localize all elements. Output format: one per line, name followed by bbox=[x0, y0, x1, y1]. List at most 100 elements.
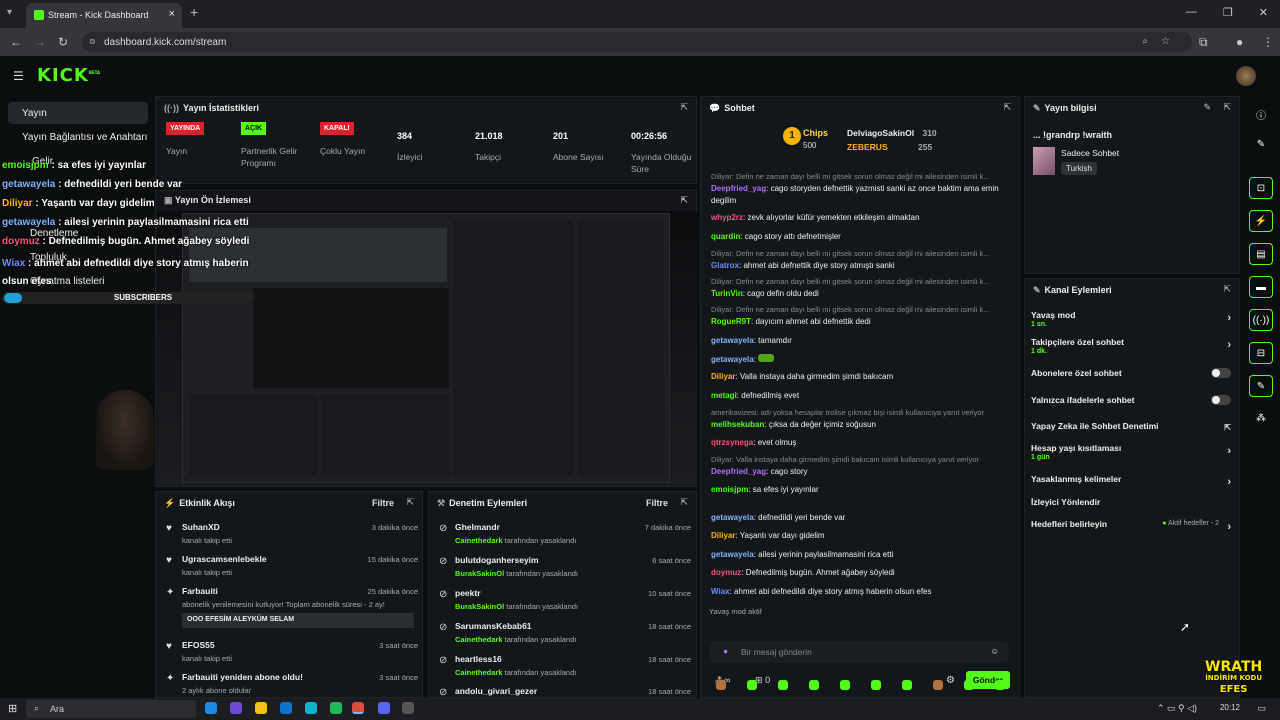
more-widgets-icon[interactable]: ⁂ bbox=[1249, 408, 1273, 430]
site-info-icon[interactable]: ⊜ bbox=[89, 37, 96, 46]
tab-list-icon[interactable]: ▾ bbox=[7, 7, 12, 18]
app-icon[interactable] bbox=[230, 702, 242, 714]
chat-user[interactable]: Diliyar bbox=[711, 372, 735, 381]
popout-icon[interactable]: ⇱ bbox=[406, 497, 414, 508]
url-field[interactable]: ⊜ dashboard.kick.com/stream ⌕ ☆ bbox=[82, 32, 1192, 52]
extensions-icon[interactable]: ⧉ bbox=[1199, 35, 1208, 50]
emote-icon[interactable] bbox=[809, 680, 819, 690]
chat-user[interactable]: Deepfried_yag bbox=[711, 184, 766, 193]
edit-icon[interactable]: ✎ bbox=[1203, 102, 1211, 113]
chat-toggle-icon[interactable]: ▬ bbox=[1249, 276, 1273, 298]
emote-icon[interactable] bbox=[716, 680, 726, 690]
chat-input[interactable]: Bir mesaj gönderin ● ☺ bbox=[709, 641, 1009, 663]
emote-icon[interactable] bbox=[964, 680, 974, 690]
sidebar-item-yayin[interactable]: Yayın bbox=[8, 102, 148, 124]
bookmark-star-icon[interactable]: ☆ bbox=[1161, 36, 1170, 47]
emote-icon[interactable] bbox=[871, 680, 881, 690]
filter-button[interactable]: Filtre bbox=[646, 498, 668, 508]
taskbar-search[interactable]: ⌕ Ara bbox=[26, 700, 196, 718]
chat-user[interactable]: Diliyar bbox=[711, 531, 735, 540]
chat-user[interactable]: emoisjpm bbox=[711, 485, 748, 494]
chat-message: getawayela: defnedildi yeri bende var bbox=[711, 513, 846, 522]
preview-toggle-icon[interactable]: ⊡ bbox=[1249, 177, 1273, 199]
chat-user[interactable]: getawayela bbox=[711, 550, 754, 559]
back-icon[interactable]: ← bbox=[10, 35, 22, 49]
emotes-only-toggle[interactable] bbox=[1211, 395, 1231, 405]
popout-icon[interactable]: ⇱ bbox=[680, 497, 688, 508]
filter-button[interactable]: Filtre bbox=[372, 498, 394, 508]
chat-user[interactable]: whyp2rz bbox=[711, 213, 743, 222]
kick-logo[interactable]: KICKBETA bbox=[37, 65, 100, 86]
action-banned-words[interactable]: Yasaklanmış kelimeler › bbox=[1031, 474, 1231, 488]
popout-icon[interactable]: ⇱ bbox=[1223, 284, 1231, 295]
chat-user[interactable]: RogueR9T bbox=[711, 317, 751, 326]
event-sub: kanalı takip etti bbox=[182, 654, 233, 663]
windows-start-icon[interactable]: ⊞ bbox=[8, 702, 17, 715]
action-raid[interactable]: İzleyici Yönlendir bbox=[1031, 497, 1231, 507]
chat-user[interactable]: Glatrox bbox=[711, 261, 739, 270]
hamburger-menu-icon[interactable]: ☰ bbox=[13, 69, 24, 83]
chat-user[interactable]: Wiax bbox=[711, 587, 730, 596]
browser-tab[interactable]: Stream - Kick Dashboard × bbox=[26, 3, 182, 28]
reload-icon[interactable]: ↻ bbox=[58, 35, 68, 49]
action-goals[interactable]: Hedefleri belirleyin ● Aktif hedefler - 2… bbox=[1031, 519, 1231, 533]
avatar[interactable] bbox=[1236, 66, 1256, 86]
discord-icon[interactable] bbox=[378, 702, 390, 714]
emote-icon[interactable] bbox=[995, 680, 1005, 690]
action-slow-mode[interactable]: Yavaş mod 1 sn. › bbox=[1031, 310, 1231, 328]
chat-user[interactable]: quardin bbox=[711, 232, 740, 241]
store-icon[interactable] bbox=[305, 702, 317, 714]
new-tab-icon[interactable]: + bbox=[190, 4, 198, 20]
settings-gear-icon[interactable]: ⚙ bbox=[946, 675, 955, 686]
stat-viewers: 384 İzleyici bbox=[397, 131, 423, 163]
activity-toggle-icon[interactable]: ⚡ bbox=[1249, 210, 1273, 232]
profile-icon[interactable]: ● bbox=[1236, 35, 1243, 49]
edge-icon[interactable] bbox=[205, 702, 217, 714]
subs-only-toggle[interactable] bbox=[1211, 368, 1231, 378]
notifications-icon[interactable]: ▭ bbox=[1257, 703, 1266, 714]
chrome-icon[interactable] bbox=[352, 702, 364, 714]
close-window-icon[interactable]: ✕ bbox=[1259, 6, 1268, 19]
emote-icon[interactable] bbox=[747, 680, 757, 690]
restore-icon[interactable]: ❐ bbox=[1223, 6, 1233, 19]
popout-icon[interactable]: ⇱ bbox=[680, 102, 688, 113]
moderation-toggle-icon[interactable]: ⊟ bbox=[1249, 342, 1273, 364]
file-explorer-icon[interactable] bbox=[255, 702, 267, 714]
emoji-icon[interactable]: ☺ bbox=[990, 646, 999, 656]
menu-dots-icon[interactable]: ⋮ bbox=[1262, 35, 1274, 49]
tray-icons[interactable]: ⌃ ▭ ⚲ ◁) bbox=[1157, 703, 1197, 714]
minimize-icon[interactable]: — bbox=[1186, 6, 1197, 19]
chat-user[interactable]: doymuz bbox=[711, 568, 741, 577]
emote-icon[interactable] bbox=[933, 680, 943, 690]
info-icon[interactable]: ⓘ bbox=[1249, 102, 1273, 124]
zoom-icon[interactable]: ⌕ bbox=[1142, 36, 1148, 47]
mail-icon[interactable] bbox=[280, 702, 292, 714]
chat-user[interactable]: melihsekuban bbox=[711, 420, 764, 429]
action-account-age[interactable]: Hesap yaşı kısıtlaması 1 gün › bbox=[1031, 443, 1231, 461]
spotify-icon[interactable] bbox=[330, 702, 342, 714]
action-followers-only[interactable]: Takipçilere özel sohbet 1 dk. › bbox=[1031, 337, 1231, 355]
emote-icon[interactable] bbox=[902, 680, 912, 690]
popout-icon[interactable]: ⇱ bbox=[1223, 102, 1231, 113]
obs-icon[interactable] bbox=[402, 702, 414, 714]
emote-icon[interactable] bbox=[840, 680, 850, 690]
close-tab-icon[interactable]: × bbox=[169, 8, 175, 20]
stats-toggle-icon[interactable]: ((·)) bbox=[1249, 309, 1273, 331]
chat-user[interactable]: Deepfried_yag bbox=[711, 467, 766, 476]
mic-icon[interactable]: ● bbox=[723, 646, 728, 656]
chat-user[interactable]: getawayela bbox=[711, 513, 754, 522]
chat-user[interactable]: getawayela bbox=[711, 336, 754, 345]
chat-user[interactable]: qtrzsynega bbox=[711, 438, 753, 447]
popout-icon[interactable]: ⇱ bbox=[1003, 102, 1011, 113]
popout-icon[interactable]: ⇱ bbox=[680, 195, 688, 206]
edit-layout-icon[interactable]: ✎ bbox=[1249, 134, 1273, 156]
emote-icon[interactable] bbox=[778, 680, 788, 690]
forward-icon[interactable]: → bbox=[34, 35, 46, 49]
info-toggle-icon[interactable]: ▤ bbox=[1249, 243, 1273, 265]
action-ai-moderation[interactable]: Yapay Zeka ile Sohbet Denetimi ⇱ bbox=[1031, 421, 1231, 432]
chat-user[interactable]: getawayela bbox=[711, 355, 754, 364]
sidebar-item-stream-key[interactable]: Yayın Bağlantısı ve Anahtarı bbox=[8, 126, 148, 148]
chat-user[interactable]: TurinVin bbox=[711, 289, 743, 298]
chat-user[interactable]: metagi bbox=[711, 391, 737, 400]
actions-toggle-icon[interactable]: ✎ bbox=[1249, 375, 1273, 397]
